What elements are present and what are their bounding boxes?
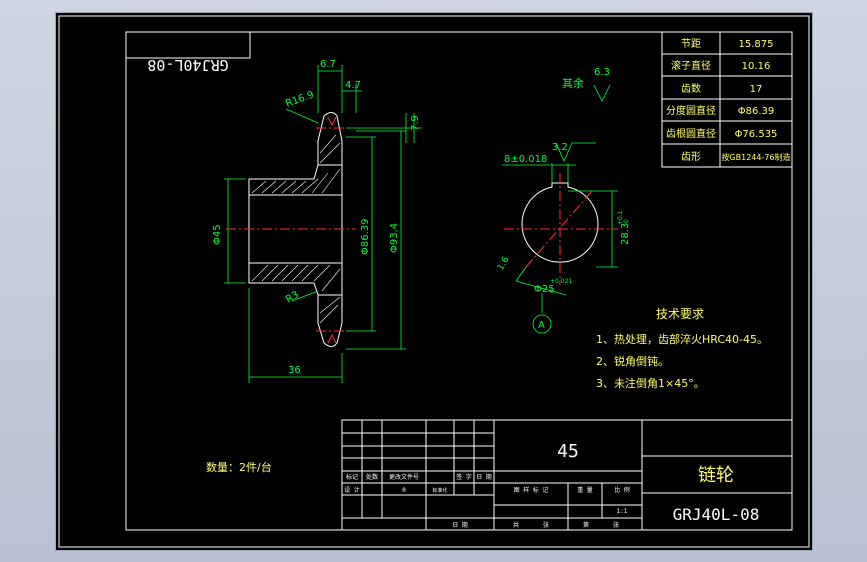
- svg-text:第: 第: [583, 521, 589, 529]
- title-block: 45 链轮 GRJ40L-08 标记 处数 更改文件号 签 字 日 期 设 计 …: [341, 419, 793, 531]
- drawing-canvas: GRJ40L-08 6.7 4.7 R16.9 7.9 Φ45 Φ86.39 Φ…: [58, 15, 810, 548]
- svg-text:图 样 标 记: 图 样 标 记: [514, 486, 549, 494]
- param-value: 10.16: [742, 61, 771, 72]
- svg-text:技术要求: 技术要求: [656, 307, 704, 321]
- dimension-labels: 6.7 4.7 R16.9 7.9 Φ45 Φ86.39 Φ93.4 R3 36: [212, 59, 421, 376]
- material: 45: [557, 441, 579, 462]
- part-name: 链轮: [698, 465, 734, 486]
- svg-text:张: 张: [543, 521, 549, 529]
- tech-requirements: 技术要求 1、热处理，齿部淬火HRC40-45。 2、锐角倒钝。 3、未注倒角1…: [596, 307, 768, 390]
- param-value: Φ76.535: [735, 129, 778, 140]
- svg-text:共: 共: [513, 521, 519, 529]
- svg-text:6.3: 6.3: [594, 67, 610, 78]
- svg-text:更改文件号: 更改文件号: [389, 473, 419, 481]
- svg-text:标记: 标记: [346, 473, 358, 481]
- code-box: [125, 31, 251, 59]
- svg-text:4.7: 4.7: [345, 80, 361, 91]
- svg-text:3、未注倒角1×45°。: 3、未注倒角1×45°。: [596, 376, 705, 390]
- svg-text:处数: 处数: [366, 473, 378, 481]
- svg-text:比 例: 比 例: [614, 486, 630, 494]
- svg-text:1:1: 1:1: [617, 508, 628, 515]
- param-label: 节距: [681, 38, 701, 50]
- keyway-view: [502, 84, 618, 334]
- svg-text:标准化: 标准化: [432, 487, 447, 494]
- svg-text:1、热处理，齿部淬火HRC40-45。: 1、热处理，齿部淬火HRC40-45。: [596, 332, 768, 346]
- svg-text:重 量: 重 量: [577, 486, 593, 494]
- cad-viewport[interactable]: GRJ40L-08 6.7 4.7 R16.9 7.9 Φ45 Φ86.39 Φ…: [55, 12, 813, 551]
- svg-text:28.3: 28.3: [620, 223, 631, 245]
- svg-text:R16.9: R16.9: [284, 89, 315, 109]
- quantity-note: 数量：2件/台: [206, 460, 272, 474]
- svg-text:张: 张: [613, 521, 619, 529]
- svg-text:3.2: 3.2: [552, 142, 568, 153]
- param-label: 齿形: [681, 151, 701, 163]
- svg-text:7.9: 7.9: [410, 115, 421, 131]
- svg-text:Φ45: Φ45: [212, 224, 223, 245]
- param-value: 15.875: [739, 39, 774, 50]
- svg-text:36: 36: [288, 365, 301, 376]
- svg-text:0: 0: [623, 219, 630, 223]
- svg-text:日 期: 日 期: [452, 521, 468, 529]
- param-value: 17: [750, 84, 763, 95]
- part-code: GRJ40L-08: [673, 505, 760, 524]
- svg-text:Φ86.39: Φ86.39: [360, 219, 371, 256]
- svg-text:其余: 其余: [562, 76, 584, 90]
- param-value: 按GB1244-76制造: [721, 152, 790, 162]
- param-label: 齿根圆直径: [666, 127, 716, 140]
- svg-text:1.6: 1.6: [496, 255, 512, 273]
- param-label: 分度圆直径: [666, 104, 716, 117]
- svg-text:设 计: 设 计: [344, 486, 360, 494]
- svg-text:0: 0: [402, 487, 406, 494]
- svg-text:2、锐角倒钝。: 2、锐角倒钝。: [596, 354, 669, 368]
- param-label: 滚子直径: [671, 59, 711, 72]
- svg-text:6.7: 6.7: [320, 59, 336, 70]
- svg-text:Φ93.4: Φ93.4: [389, 223, 400, 253]
- mirrored-code: GRJ40L-08: [147, 56, 228, 74]
- sprocket-section: [226, 112, 356, 347]
- svg-text:8±0.018: 8±0.018: [504, 154, 547, 165]
- param-label: 齿数: [681, 82, 701, 95]
- svg-text:签 字: 签 字: [456, 473, 472, 481]
- svg-text:日 期: 日 期: [476, 473, 492, 481]
- keyway-labels: 其余 6.3 3.2 8±0.018 28.3 +0.1 0 Φ25 +0.02…: [496, 67, 631, 331]
- svg-text:0: 0: [550, 288, 554, 295]
- param-value: Φ86.39: [738, 106, 775, 117]
- svg-text:+0.021: +0.021: [550, 278, 572, 285]
- param-table: 节距 15.875 滚子直径 10.16 齿数 17 分度圆直径 Φ86.39 …: [661, 31, 793, 168]
- svg-text:R3: R3: [284, 289, 301, 305]
- sheet-border: [58, 15, 810, 548]
- svg-text:A: A: [538, 320, 545, 331]
